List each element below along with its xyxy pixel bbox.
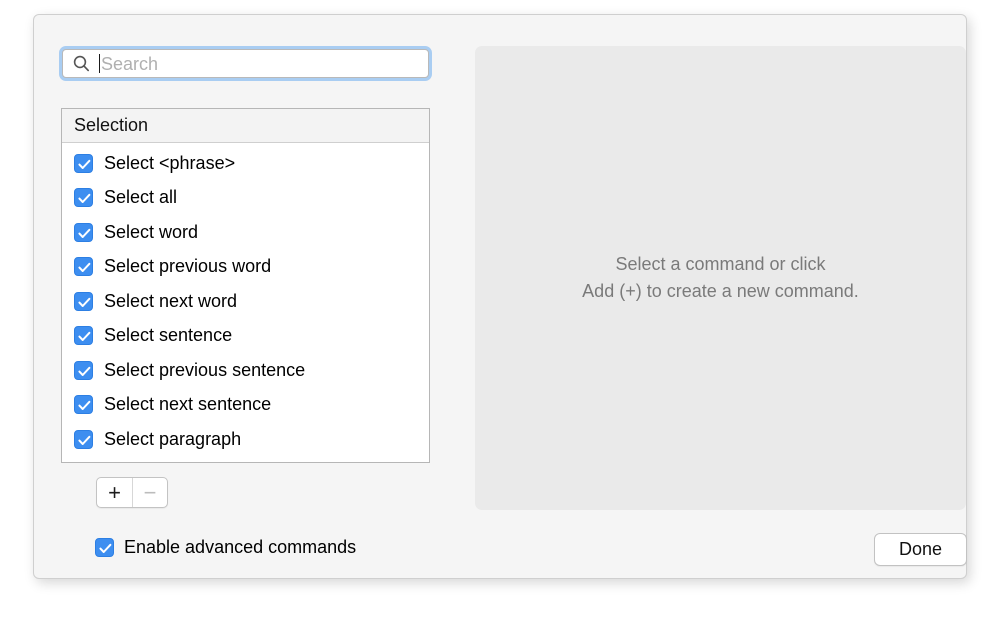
command-detail-panel: Select a command or click Add (+) to cre… [475,46,966,510]
list-item[interactable]: Select all [62,181,429,216]
screen: Search Selection Select <phrase> Select … [0,0,1000,622]
empty-state-line-2: Add (+) to create a new command. [582,281,859,301]
list-item-partial[interactable] [62,457,429,463]
list-item-label: Select previous sentence [104,359,306,380]
search-field-focus-ring: Search [59,46,432,81]
checkbox-checked[interactable] [74,395,93,415]
list-rows: Select <phrase> Select all Select word S… [62,143,429,463]
list-item[interactable]: Select previous sentence [62,353,429,388]
checkbox-checked[interactable] [74,360,93,380]
search-placeholder: Search [101,53,159,74]
empty-state-line-1: Select a command or click [615,254,826,274]
list-item[interactable]: Select next word [62,284,429,319]
list-item[interactable]: Select next sentence [62,388,429,423]
checkbox-checked[interactable] [74,153,93,173]
list-item-label: Select next word [104,290,238,311]
list-item-label: Select all [104,187,178,208]
checkbox-checked[interactable] [74,188,93,208]
text-cursor [99,54,100,73]
done-button[interactable]: Done [874,533,967,566]
checkbox-checked[interactable] [74,291,93,311]
list-item-label: Select next sentence [104,394,272,415]
list-item[interactable]: Select sentence [62,319,429,354]
list-item[interactable]: Select <phrase> [62,146,429,181]
list-item-label: Select sentence [104,325,233,346]
checkbox-checked[interactable] [74,257,93,277]
empty-state-message: Select a command or click Add (+) to cre… [582,251,859,305]
command-list[interactable]: Selection Select <phrase> Select all Sel… [61,108,430,463]
checkbox-checked[interactable] [95,538,114,557]
list-item-label: Select paragraph [104,428,242,449]
checkbox-checked[interactable] [74,222,93,242]
list-item[interactable]: Select previous word [62,250,429,285]
list-group-header: Selection [62,109,429,143]
checkbox-checked[interactable] [74,429,93,449]
add-command-button[interactable]: + [97,478,132,507]
add-remove-segmented-control[interactable]: + − [96,477,168,508]
list-item-label: Select word [104,221,199,242]
search-icon [72,54,91,73]
enable-advanced-commands-label: Enable advanced commands [124,537,357,557]
enable-advanced-commands-row[interactable]: Enable advanced commands [95,537,356,558]
preferences-sheet: Search Selection Select <phrase> Select … [33,14,967,579]
list-item[interactable]: Select word [62,215,429,250]
checkbox-checked[interactable] [74,326,93,346]
list-item-label: Select <phrase> [104,152,236,173]
list-item[interactable]: Select paragraph [62,422,429,457]
search-input[interactable]: Search [62,49,429,78]
list-item-label: Select previous word [104,256,272,277]
remove-command-button[interactable]: − [131,478,167,507]
